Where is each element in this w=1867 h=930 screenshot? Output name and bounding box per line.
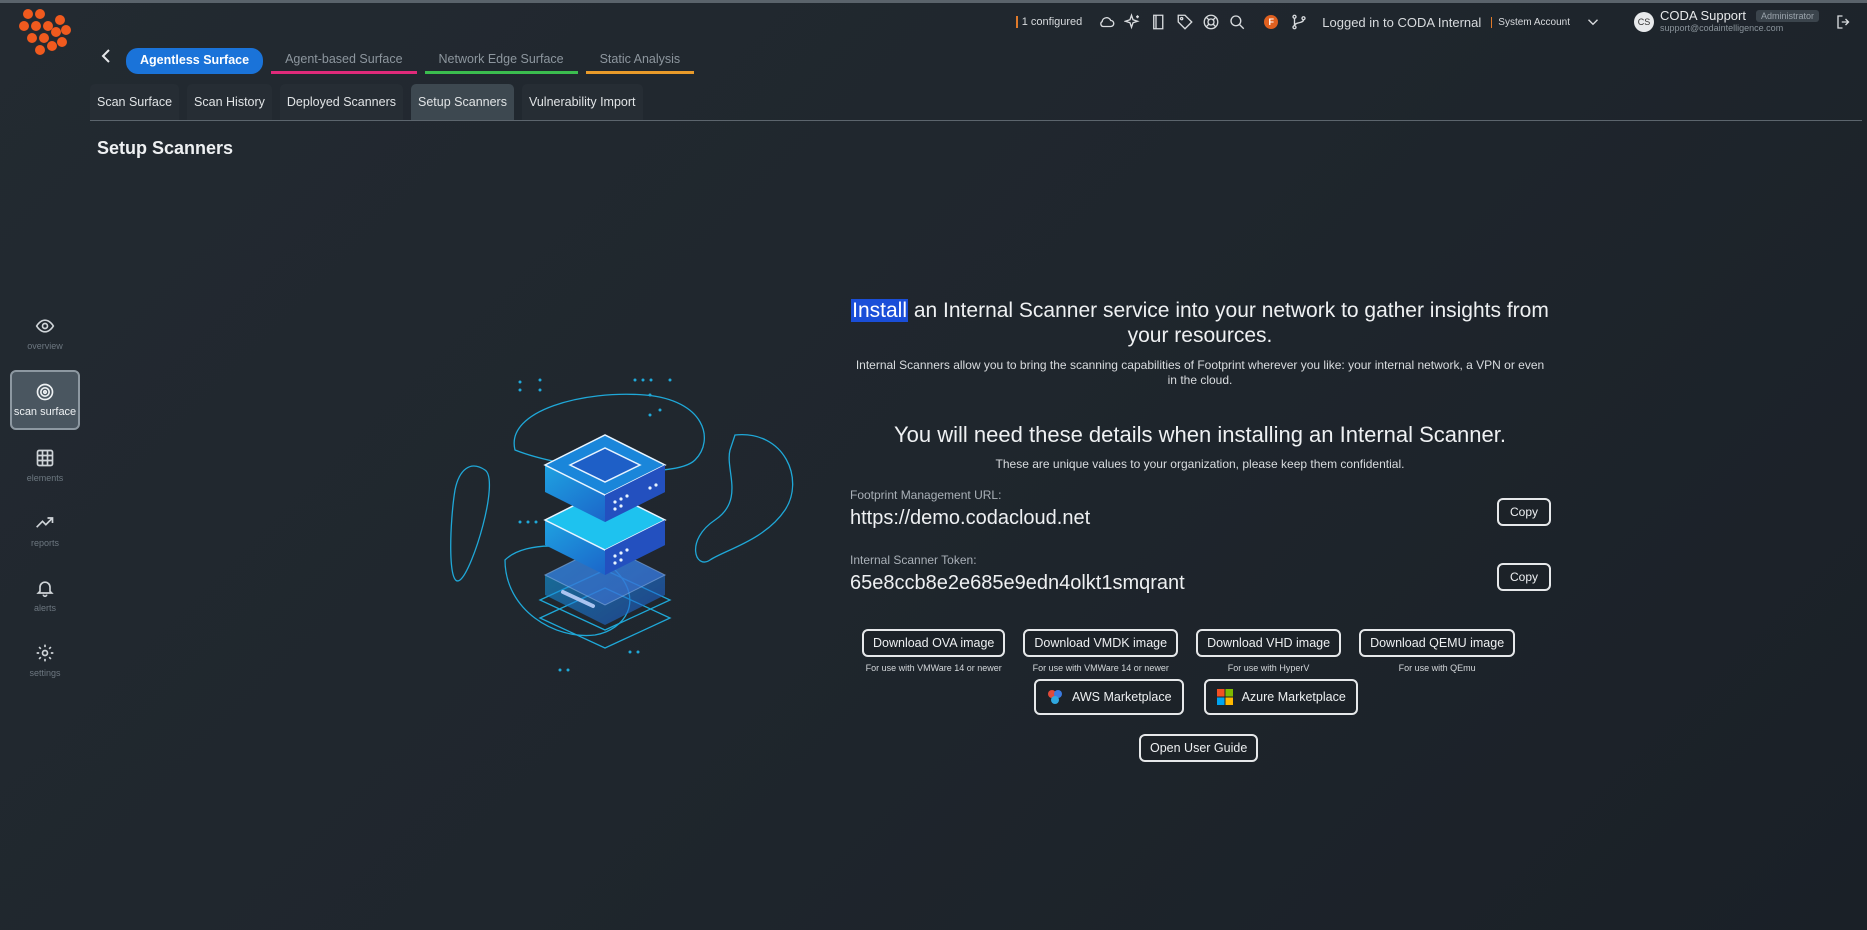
install-description: Internal Scanners allow you to bring the… [850,358,1550,388]
tab-divider [90,120,1862,121]
download-qemu-note: For use with QEmu [1399,663,1476,673]
avatar[interactable]: CS [1634,12,1654,32]
page-title: Setup Scanners [97,138,233,159]
aws-marketplace-icon [1046,688,1064,706]
download-vhd-note: For use with HyperV [1228,663,1310,673]
aws-marketplace-label: AWS Marketplace [1072,690,1172,704]
user-info[interactable]: CODA Support Administrator support@codain… [1660,10,1819,34]
gear-icon [35,643,55,663]
user-name: CODA Support [1660,10,1746,22]
tab-agentless-surface[interactable]: Agentless Surface [126,48,263,74]
sparkle-icon[interactable] [1122,11,1144,33]
copy-token-button[interactable]: Copy [1497,563,1551,591]
aws-marketplace-button[interactable]: AWS Marketplace [1034,679,1184,715]
surface-tabs: Agentless Surface Agent-based Surface Ne… [126,48,702,74]
azure-marketplace-label: Azure Marketplace [1242,690,1346,704]
download-vhd-button[interactable]: Download VHD image [1196,629,1341,657]
sub-tabs: Scan Surface Scan History Deployed Scann… [90,84,651,120]
install-headline: Install an Internal Scanner service into… [850,298,1550,348]
sidebar-item-alerts[interactable]: alerts [10,567,80,625]
management-url-label: Footprint Management URL: [850,488,1550,502]
sidebar-item-label: scan surface [14,406,76,419]
setup-content: Install an Internal Scanner service into… [850,298,1550,471]
role-badge: Administrator [1756,10,1819,22]
back-arrow-icon[interactable] [98,48,114,64]
tab-network-edge-surface[interactable]: Network Edge Surface [425,48,578,74]
bell-icon [35,578,55,598]
microsoft-logo-icon [1216,688,1234,706]
account-name[interactable]: System Account [1491,17,1570,28]
download-ova: Download OVA image For use with VMWare 1… [862,629,1005,673]
target-icon [35,382,55,402]
download-vmdk: Download VMDK image For use with VMWare … [1023,629,1178,673]
coda-logo-icon[interactable] [18,8,72,58]
sidebar-item-scan-surface[interactable]: scan surface [10,370,80,430]
scanner-token-value[interactable]: 65e8ccb8e2e685e9edn4olkt1smqrant [850,572,1550,595]
download-ova-note: For use with VMWare 14 or newer [866,663,1002,673]
cloud-icon[interactable] [1096,11,1118,33]
search-icon[interactable] [1226,11,1248,33]
tab-scan-history[interactable]: Scan History [187,84,272,120]
sidebar-item-label: overview [27,340,63,353]
copy-url-button[interactable]: Copy [1497,498,1551,526]
top-bar: 1 configured F Logged in to CODA Interna… [1016,10,1857,34]
book-icon[interactable] [1148,11,1170,33]
sidebar-item-label: elements [27,472,64,485]
download-ova-button[interactable]: Download OVA image [862,629,1005,657]
download-qemu-button[interactable]: Download QEMU image [1359,629,1515,657]
tab-scan-surface[interactable]: Scan Surface [90,84,179,120]
logout-icon[interactable] [1833,11,1855,33]
configured-status[interactable]: 1 configured [1016,16,1083,28]
details-note: These are unique values to your organiza… [850,457,1550,471]
management-url-value[interactable]: https://demo.codacloud.net [850,507,1550,530]
trend-icon [35,513,55,533]
open-user-guide-button[interactable]: Open User Guide [1139,734,1258,762]
tab-deployed-scanners[interactable]: Deployed Scanners [280,84,403,120]
tag-icon[interactable] [1174,11,1196,33]
marketplace-buttons: AWS Marketplace Azure Marketplace [1034,679,1378,715]
window-top-border [0,0,1867,3]
eye-icon [35,316,55,336]
download-vmdk-button[interactable]: Download VMDK image [1023,629,1178,657]
lifebuoy-icon[interactable] [1200,11,1222,33]
chevron-down-icon[interactable] [1582,11,1604,33]
headline-highlight: Install [851,299,908,322]
sidebar: overview scan surface elements reports a… [10,305,80,697]
sidebar-item-label: settings [29,667,60,680]
download-qemu: Download QEMU image For use with QEmu [1359,629,1515,673]
grid-icon [35,448,55,468]
download-vhd: Download VHD image For use with HyperV [1196,629,1341,673]
tab-static-analysis[interactable]: Static Analysis [586,48,695,74]
user-email: support@codaintelligence.com [1660,22,1819,34]
management-url-field: Footprint Management URL: https://demo.c… [850,488,1550,530]
server-stack-illustration [445,370,805,700]
headline-rest: an Internal Scanner service into your ne… [908,299,1549,347]
download-buttons: Download OVA image For use with VMWare 1… [862,629,1533,673]
sidebar-item-label: reports [31,537,59,550]
tab-agent-based-surface[interactable]: Agent-based Surface [271,48,416,74]
sidebar-item-label: alerts [34,602,56,615]
sidebar-item-elements[interactable]: elements [10,437,80,495]
notification-badge[interactable]: F [1264,15,1278,29]
logged-in-text: Logged in to CODA Internal [1322,15,1481,30]
sidebar-item-overview[interactable]: overview [10,305,80,363]
scanner-token-label: Internal Scanner Token: [850,553,1550,567]
download-vmdk-note: For use with VMWare 14 or newer [1033,663,1169,673]
sidebar-item-settings[interactable]: settings [10,632,80,690]
sidebar-item-reports[interactable]: reports [10,502,80,560]
branch-icon[interactable] [1288,11,1310,33]
details-heading: You will need these details when install… [850,422,1550,448]
azure-marketplace-button[interactable]: Azure Marketplace [1204,679,1358,715]
tab-vulnerability-import[interactable]: Vulnerability Import [522,84,643,120]
scanner-token-field: Internal Scanner Token: 65e8ccb8e2e685e9… [850,553,1550,595]
tab-setup-scanners[interactable]: Setup Scanners [411,84,514,120]
